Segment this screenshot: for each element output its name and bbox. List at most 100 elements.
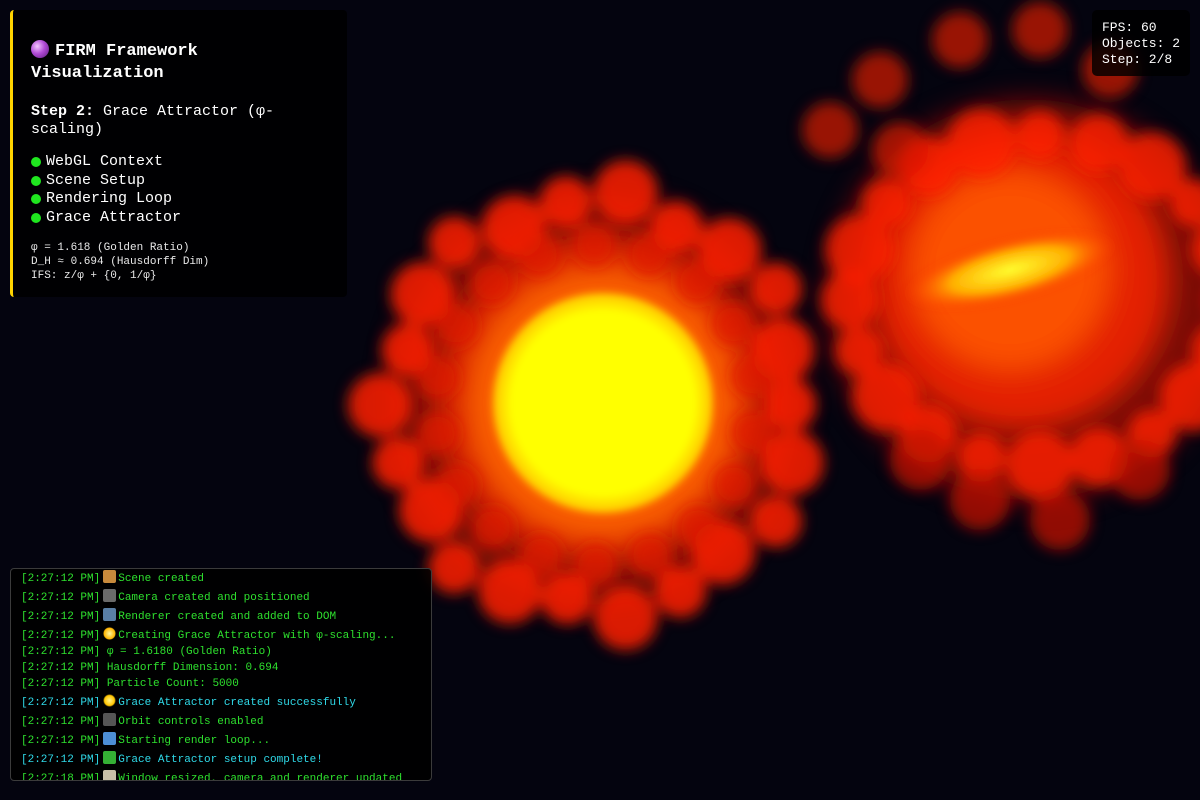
fps-counter: FPS: 60 [1101,20,1157,35]
glow-particle [1016,111,1064,159]
log-message: Hausdorff Dimension: 0.694 [106,662,279,674]
log-timestamp: [2:27:12 PM] [21,697,101,709]
sparkle-star-icon [103,627,117,640]
log-message: Renderer created and added to DOM [118,611,337,623]
status-dot-icon [31,194,41,205]
glow-particle [572,223,617,268]
glow-particle [469,260,514,305]
glow-particle [593,160,658,225]
glow-particle [749,262,802,315]
camera-icon [103,589,117,602]
log-message: Grace Attractor setup complete! [118,754,323,766]
glow-particle [890,430,950,490]
step-label: Step 2: [31,103,95,120]
log-message: Orbit controls enabled [118,716,264,728]
glow-particle [862,179,911,228]
glow-particle [348,373,412,437]
log-line: [2:27:12 PM] Grace Attractor created succ… [21,694,431,710]
ifs-line: IFS: z/φ + {0, 1/φ} [31,270,157,282]
status-dot-icon [31,175,41,186]
log-message: Scene created [118,573,205,585]
log-timestamp: [2:27:12 PM] [21,592,101,604]
log-line: [2:27:18 PM] Window resized, camera and r… [21,770,431,781]
glow-particle [675,259,720,304]
glow-particle [470,506,515,551]
status-dot-icon [31,212,41,223]
glow-particle [947,109,1016,178]
hausdorff-line: D_H ≈ 0.694 (Hausdorff Dim) [31,256,210,268]
log-line: [2:27:12 PM] Starting render loop... [21,732,431,748]
glow-particle [627,232,672,277]
glow-particle [573,542,618,587]
glow-particle [434,303,479,348]
glow-particle [711,302,756,347]
check-icon [103,751,117,764]
log-timestamp: [2:27:12 PM] [21,735,101,747]
log-timestamp: [2:27:12 PM] [21,611,101,623]
glow-particle [518,533,563,578]
glow-particle [1012,2,1068,58]
log-timestamp: [2:27:12 PM] [21,754,101,766]
glow-particle [517,232,562,277]
math-constants: φ = 1.618 (Golden Ratio) D_H ≈ 0.694 (Ha… [31,241,331,283]
sparkles-icon [103,694,117,707]
log-line: [2:27:12 PM] Particle Count: 5000 [21,678,431,691]
glow-particle [428,541,481,594]
status-item-grace-attractor: Grace Attractor [31,209,331,228]
monitor-icon [103,608,117,621]
status-list: WebGL Context Scene Setup Rendering Loop… [31,153,331,227]
glow-particle [802,102,858,158]
log-timestamp: [2:27:18 PM] [21,773,101,781]
info-panel: FIRM Framework Visualization Step 2: Gra… [10,10,347,297]
stats-panel: FPS: 60 Objects: 2 Step: 2/8 [1091,10,1190,76]
log-line: [2:27:12 PM] φ = 1.6180 (Golden Ratio) [21,646,431,659]
log-line: [2:27:12 PM] Scene created [21,570,431,586]
log-line: [2:27:12 PM] Grace Attractor setup comple… [21,751,431,767]
step-counter: Step: 2/8 [1101,52,1173,67]
status-item-rendering-loop: Rendering Loop [31,190,331,209]
log-timestamp: [2:27:12 PM] [21,678,101,690]
log-message: Window resized, camera and renderer upda… [118,773,403,781]
log-line: [2:27:12 PM] Orbit controls enabled [21,713,431,729]
glow-particle [730,354,775,399]
panel-title: FIRM Framework Visualization [31,40,198,83]
refresh-icon [103,732,117,745]
glow-particle [932,12,988,68]
status-item-webgl-context: WebGL Context [31,153,331,172]
glow-particle [852,52,908,108]
log-timestamp: [2:27:12 PM] [21,662,101,674]
glow-particle [835,326,884,375]
log-message: φ = 1.6180 (Golden Ratio) [106,646,272,658]
glow-particle [730,410,775,455]
log-timestamp: [2:27:12 PM] [21,646,101,658]
console-log[interactable]: [2:27:12 PM] Scene created [2:27:12 PM] Cam… [10,568,432,781]
glow-particle [428,216,481,269]
log-message: Creating Grace Attractor with φ-scaling.… [118,630,396,642]
ruler-icon [103,770,117,780]
glow-particle [415,411,460,456]
status-dot-icon [31,157,41,168]
objects-counter: Objects: 2 [1101,36,1180,51]
glow-particle [593,585,658,650]
log-line: [2:27:12 PM] Renderer created and added t… [21,608,431,624]
log-message: Grace Attractor created successfully [118,697,356,709]
log-timestamp: [2:27:12 PM] [21,630,101,642]
glow-particle [372,436,425,489]
glow-particle [1030,490,1090,550]
log-message: Starting render loop... [118,735,271,747]
log-line: [2:27:12 PM] Hausdorff Dimension: 0.694 [21,662,431,675]
log-message: Particle Count: 5000 [106,678,239,690]
glow-particle [1006,431,1074,499]
log-line: [2:27:12 PM] Camera created and positione… [21,589,431,605]
glow-particle [434,463,479,508]
log-timestamp: [2:27:12 PM] [21,573,101,585]
glow-particle [628,533,673,578]
log-message: Camera created and positioned [118,592,310,604]
glow-particle [1110,440,1170,500]
glow-particle [711,462,756,507]
log-line: [2:27:12 PM] Creating Grace Attractor wit… [21,627,431,643]
glow-particle [539,176,592,229]
crystal-ball-icon [31,40,49,58]
glow-particle [749,495,802,548]
current-step: Step 2: Grace Attractor (φ-scaling) [31,103,331,139]
